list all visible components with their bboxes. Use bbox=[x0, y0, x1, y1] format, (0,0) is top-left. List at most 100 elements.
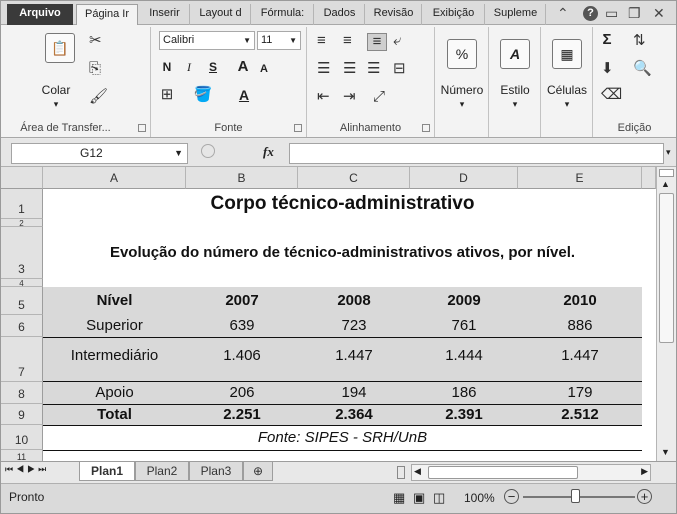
help-icon[interactable]: ? bbox=[583, 6, 598, 21]
column-header-f[interactable] bbox=[642, 167, 656, 189]
header-2007[interactable]: 2007 bbox=[186, 287, 298, 315]
borders-icon[interactable]: ⊞ bbox=[159, 87, 175, 103]
column-header-a[interactable]: A bbox=[43, 167, 186, 189]
source-note[interactable]: Fonte: SIPES - SRH/UnB bbox=[43, 426, 642, 450]
header-2010[interactable]: 2010 bbox=[518, 287, 642, 315]
minimize-icon[interactable]: ▭ bbox=[605, 5, 618, 21]
align-middle-icon[interactable]: ≡ bbox=[343, 33, 352, 49]
bold-button[interactable]: N bbox=[159, 60, 175, 74]
tab-suplementos[interactable]: Supleme bbox=[486, 4, 546, 25]
row-header-10[interactable]: 10 bbox=[1, 425, 43, 450]
row-header-9[interactable]: 9 bbox=[1, 404, 43, 425]
sheet-tab-plan1[interactable]: Plan1 bbox=[79, 462, 135, 481]
spreadsheet-grid[interactable]: A B C D E 1 2 3 4 5 6 7 8 9 10 11 Corpo … bbox=[1, 167, 656, 461]
styles-dropdown-icon[interactable]: ▾ bbox=[506, 97, 524, 111]
tab-pagina-inicial[interactable]: Página Ir bbox=[76, 4, 138, 26]
sheet-tab-plan3[interactable]: Plan3 bbox=[189, 462, 243, 481]
row-header-2[interactable]: 2 bbox=[1, 219, 43, 228]
find-select-icon[interactable]: 🔍 bbox=[633, 61, 652, 77]
tab-layout[interactable]: Layout d bbox=[191, 4, 251, 25]
scroll-down-icon[interactable]: ▼ bbox=[661, 447, 670, 457]
sheet-title[interactable]: Corpo técnico-administrativo bbox=[43, 189, 642, 219]
insert-function-icon[interactable]: fx bbox=[263, 144, 274, 160]
tab-arquivo[interactable]: Arquivo bbox=[7, 4, 73, 25]
cell-apoio-label[interactable]: Apoio bbox=[43, 382, 186, 404]
cell-intermediario-2008[interactable]: 1.447 bbox=[298, 338, 410, 382]
decrease-indent-icon[interactable]: ⇤ bbox=[317, 89, 330, 105]
scroll-left-icon[interactable]: ◀ bbox=[414, 466, 421, 477]
insert-sheet-icon[interactable]: ⊕ bbox=[243, 462, 273, 481]
cell-superior-2009[interactable]: 761 bbox=[410, 315, 518, 337]
cell-superior-2007[interactable]: 639 bbox=[186, 315, 298, 337]
close-icon[interactable]: ✕ bbox=[653, 5, 665, 21]
row-header-7[interactable]: 7 bbox=[1, 337, 43, 382]
sort-filter-icon[interactable]: ⇅ bbox=[633, 33, 646, 49]
align-left-icon[interactable]: ☰ bbox=[317, 61, 330, 77]
row-header-1[interactable]: 1 bbox=[1, 189, 43, 219]
number-format-icon[interactable]: % bbox=[447, 39, 477, 69]
page-break-view-icon[interactable]: ◫ bbox=[433, 490, 445, 506]
fill-color-icon[interactable]: 🪣 bbox=[193, 87, 213, 103]
cell-superior-2010[interactable]: 886 bbox=[518, 315, 642, 337]
align-top-icon[interactable]: ≡ bbox=[317, 33, 326, 49]
wrap-text-icon[interactable]: ⤶ bbox=[393, 33, 401, 49]
tab-split-icon[interactable] bbox=[397, 466, 405, 479]
cell-intermediario-2010[interactable]: 1.447 bbox=[518, 338, 642, 382]
align-bottom-icon[interactable]: ≡ bbox=[367, 33, 387, 51]
styles-icon[interactable]: A bbox=[500, 39, 530, 69]
cells-dropdown-icon[interactable]: ▾ bbox=[558, 97, 576, 111]
row-header-8[interactable]: 8 bbox=[1, 382, 43, 404]
zoom-out-icon[interactable]: − bbox=[504, 489, 519, 504]
cell-total-2007[interactable]: 2.251 bbox=[186, 405, 298, 425]
paste-dropdown-icon[interactable]: ▾ bbox=[46, 97, 66, 111]
format-painter-icon[interactable]: 🖌 bbox=[89, 89, 108, 105]
scroll-thumb[interactable] bbox=[659, 193, 674, 343]
cell-apoio-2010[interactable]: 179 bbox=[518, 382, 642, 404]
autosum-button[interactable]: Σ bbox=[599, 32, 615, 47]
tab-inserir[interactable]: Inserir bbox=[140, 4, 190, 25]
normal-view-icon[interactable]: ▦ bbox=[393, 490, 405, 506]
cancel-edit-icon[interactable] bbox=[201, 144, 215, 158]
sheet-subtitle[interactable]: Evolução do número de técnico-administra… bbox=[43, 227, 642, 279]
formula-input[interactable] bbox=[289, 143, 664, 164]
row-header-6[interactable]: 6 bbox=[1, 315, 43, 337]
select-all-corner[interactable] bbox=[1, 167, 43, 189]
zoom-in-icon[interactable]: + bbox=[637, 489, 652, 504]
shrink-font-button[interactable]: A bbox=[257, 62, 271, 76]
column-header-c[interactable]: C bbox=[298, 167, 410, 189]
cells-button[interactable]: Células bbox=[541, 83, 593, 97]
cell-total-2010[interactable]: 2.512 bbox=[518, 405, 642, 425]
minimize-ribbon-icon[interactable]: ⌃ bbox=[557, 5, 569, 21]
cells-icon[interactable]: ▦ bbox=[552, 39, 582, 69]
scroll-right-icon[interactable]: ▶ bbox=[641, 466, 648, 477]
clipboard-launcher-icon[interactable] bbox=[138, 124, 146, 132]
scroll-up-icon[interactable]: ▲ bbox=[661, 179, 670, 189]
italic-button[interactable]: I bbox=[181, 60, 197, 74]
sheet-nav-icon[interactable]: ⏮◀▶⏭ bbox=[5, 464, 49, 475]
underline-button[interactable]: S bbox=[205, 60, 221, 74]
vertical-scrollbar[interactable]: ▲ ▼ bbox=[656, 167, 676, 461]
alignment-launcher-icon[interactable] bbox=[422, 124, 430, 132]
zoom-level[interactable]: 100% bbox=[464, 491, 495, 505]
number-button[interactable]: Número bbox=[435, 83, 489, 97]
cut-icon[interactable]: ✂ bbox=[89, 33, 102, 49]
column-header-d[interactable]: D bbox=[410, 167, 518, 189]
column-header-b[interactable]: B bbox=[186, 167, 298, 189]
paste-button[interactable]: Colar bbox=[31, 83, 81, 97]
tab-dados[interactable]: Dados bbox=[315, 4, 365, 25]
font-color-button[interactable]: A bbox=[235, 88, 253, 102]
cell-total-2009[interactable]: 2.391 bbox=[410, 405, 518, 425]
row-header-3[interactable]: 3 bbox=[1, 227, 43, 279]
page-layout-view-icon[interactable]: ▣ bbox=[413, 490, 425, 506]
header-2008[interactable]: 2008 bbox=[298, 287, 410, 315]
restore-icon[interactable]: ❐ bbox=[628, 5, 641, 21]
column-header-e[interactable]: E bbox=[518, 167, 642, 189]
paste-icon[interactable]: 📋 bbox=[45, 33, 75, 63]
sheet-tab-plan2[interactable]: Plan2 bbox=[135, 462, 189, 481]
cell-total-2008[interactable]: 2.364 bbox=[298, 405, 410, 425]
cell-intermediario-label[interactable]: Intermediário bbox=[43, 338, 186, 382]
merge-center-icon[interactable]: ⊟ bbox=[393, 61, 406, 77]
font-size-select[interactable]: 11 ▼ bbox=[257, 31, 301, 50]
header-nivel[interactable]: Nível bbox=[43, 287, 186, 315]
cell-apoio-2008[interactable]: 194 bbox=[298, 382, 410, 404]
